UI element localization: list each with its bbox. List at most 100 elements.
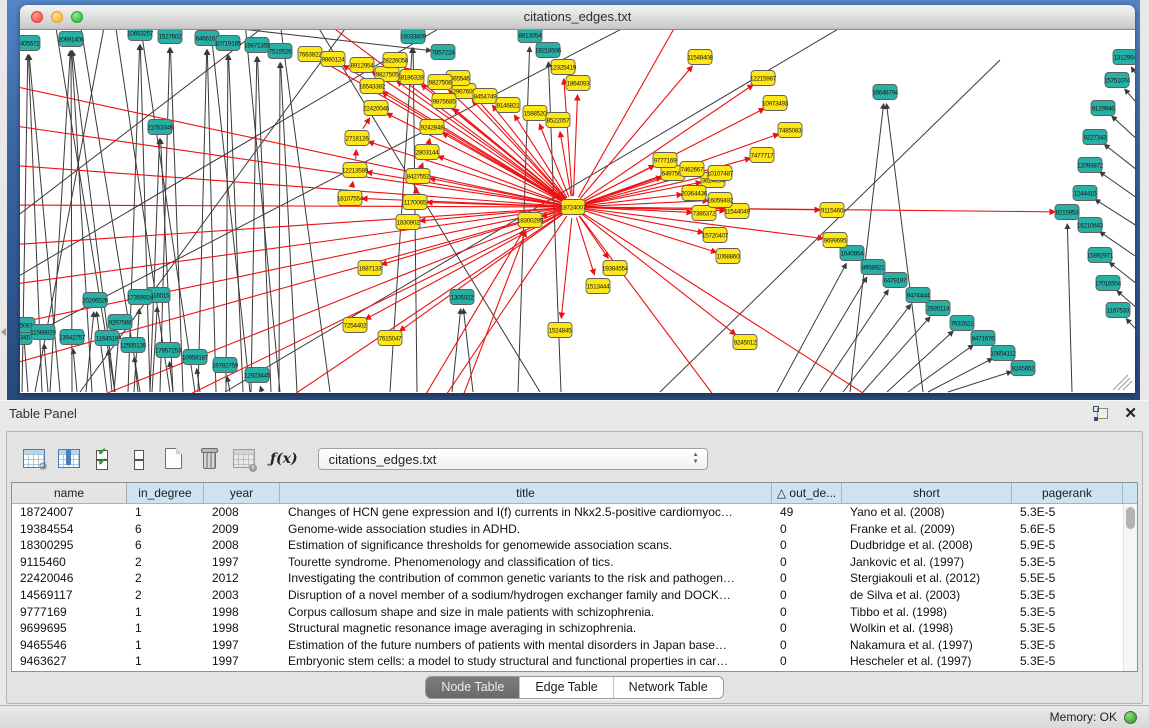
cell-in_degree[interactable]: 1 bbox=[127, 620, 204, 637]
network-node-15720407[interactable]: 15720407 bbox=[702, 228, 729, 243]
cell-in_degree[interactable]: 1 bbox=[127, 637, 204, 654]
network-node-9242848[interactable]: 9242848 bbox=[420, 120, 444, 135]
cell-out_degree[interactable]: 0 bbox=[772, 653, 842, 670]
table-row[interactable]: 1456911722003Disruption of a novel membe… bbox=[12, 587, 1123, 604]
cell-name[interactable]: 14569117 bbox=[12, 587, 127, 604]
network-node-1588520[interactable]: 1588520 bbox=[523, 106, 547, 121]
network-node-2405572[interactable]: 2405572 bbox=[20, 36, 40, 51]
network-node-1687133[interactable]: 1687133 bbox=[358, 261, 382, 276]
cell-pagerank[interactable]: 5.6E-5 bbox=[1012, 521, 1123, 538]
cell-in_degree[interactable]: 1 bbox=[127, 504, 204, 521]
network-node-1864093[interactable]: 1864093 bbox=[566, 76, 590, 91]
cell-title[interactable]: Estimation of the future numbers of pati… bbox=[280, 637, 772, 654]
cell-name[interactable]: 9777169 bbox=[12, 604, 127, 621]
cell-title[interactable]: Corpus callosum shape and size in male p… bbox=[280, 604, 772, 621]
network-node-18300295[interactable]: 18300295 bbox=[517, 213, 544, 228]
float-panel-icon[interactable] bbox=[1093, 406, 1110, 421]
column-header-name[interactable]: name bbox=[12, 483, 127, 503]
delete-column-icon[interactable] bbox=[196, 448, 222, 470]
network-node-19384554[interactable]: 19384554 bbox=[602, 261, 629, 276]
table-select-dropdown[interactable]: citations_edges.txt bbox=[318, 448, 708, 470]
cell-short[interactable]: Tibbo et al. (1998) bbox=[842, 604, 1012, 621]
cell-year[interactable]: 1998 bbox=[204, 604, 280, 621]
cell-title[interactable]: Estimation of significance thresholds fo… bbox=[280, 537, 772, 554]
network-node-1513444[interactable]: 1513444 bbox=[586, 279, 610, 294]
network-node-8813054[interactable]: 8813054 bbox=[518, 30, 542, 43]
column-display-icon[interactable] bbox=[56, 448, 82, 470]
network-node-8912954[interactable]: 8912954 bbox=[350, 58, 374, 73]
network-node-12923445[interactable]: 12923445 bbox=[244, 368, 271, 383]
network-node-18107554[interactable]: 18107554 bbox=[337, 191, 364, 206]
table-row[interactable]: 977716911998Corpus callosum shape and si… bbox=[12, 604, 1123, 621]
tab-network-table[interactable]: Network Table bbox=[613, 677, 723, 698]
network-node-9875685[interactable]: 9875685 bbox=[432, 94, 456, 109]
cell-out_degree[interactable]: 0 bbox=[772, 637, 842, 654]
network-node-10973493[interactable]: 10973493 bbox=[762, 96, 789, 111]
cell-name[interactable]: 9699695 bbox=[12, 620, 127, 637]
network-node-2718126[interactable]: 2718126 bbox=[345, 131, 369, 146]
delete-table-icon[interactable] bbox=[231, 448, 257, 470]
close-panel-icon[interactable] bbox=[1124, 406, 1137, 421]
network-node-9227343[interactable]: 9227343 bbox=[1083, 130, 1107, 145]
network-node-6479197[interactable]: 6479197 bbox=[883, 273, 907, 288]
cell-year[interactable]: 1998 bbox=[204, 620, 280, 637]
network-node-8522057[interactable]: 8522057 bbox=[546, 113, 570, 128]
cell-out_degree[interactable]: 0 bbox=[772, 587, 842, 604]
network-node-16033809[interactable]: 16033809 bbox=[400, 30, 427, 44]
network-node-20364436[interactable]: 20364436 bbox=[681, 186, 708, 201]
cell-pagerank[interactable]: 5.3E-5 bbox=[1012, 554, 1123, 571]
cell-in_degree[interactable]: 6 bbox=[127, 521, 204, 538]
network-node-7663822[interactable]: 7663822 bbox=[298, 47, 322, 62]
table-row[interactable]: 946362711997Embryonic stem cells: a mode… bbox=[12, 653, 1123, 670]
network-node-13942757[interactable]: 13942757 bbox=[59, 330, 86, 345]
tab-edge-table[interactable]: Edge Table bbox=[519, 677, 612, 698]
cell-title[interactable]: Embryonic stem cells: a model to study s… bbox=[280, 653, 772, 670]
cell-pagerank[interactable]: 5.3E-5 bbox=[1012, 620, 1123, 637]
cell-year[interactable]: 2008 bbox=[204, 537, 280, 554]
function-builder-icon[interactable]: ƒ(x) bbox=[270, 451, 298, 467]
network-node-7615047[interactable]: 7615047 bbox=[378, 331, 402, 346]
network-node-7477717[interactable]: 7477717 bbox=[750, 148, 774, 163]
cell-short[interactable]: Franke et al. (2009) bbox=[842, 521, 1012, 538]
network-node-16059492[interactable]: 16059492 bbox=[707, 193, 734, 208]
cell-in_degree[interactable]: 1 bbox=[127, 653, 204, 670]
cell-name[interactable]: 9465546 bbox=[12, 637, 127, 654]
network-node-20691406[interactable]: 20691406 bbox=[58, 32, 85, 47]
cell-in_degree[interactable]: 2 bbox=[127, 554, 204, 571]
network-node-9129946[interactable]: 9129946 bbox=[1091, 101, 1115, 116]
network-node-16543382[interactable]: 16543382 bbox=[359, 79, 386, 94]
cell-year[interactable]: 1997 bbox=[204, 637, 280, 654]
table-row[interactable]: 946554611997Estimation of the future num… bbox=[12, 637, 1123, 654]
column-header-title[interactable]: title bbox=[280, 483, 772, 503]
table-row[interactable]: 1830029562008Estimation of significance … bbox=[12, 537, 1123, 554]
network-node-7462667[interactable]: 7462667 bbox=[680, 162, 704, 177]
unselect-all-icon[interactable] bbox=[126, 448, 152, 470]
cell-out_degree[interactable]: 0 bbox=[772, 570, 842, 587]
column-header-short[interactable]: short bbox=[842, 483, 1012, 503]
tab-node-table[interactable]: Node Table bbox=[426, 677, 519, 698]
column-header-pagerank[interactable]: pagerank bbox=[1012, 483, 1123, 503]
cell-title[interactable]: Tourette syndrome. Phenomenology and cla… bbox=[280, 554, 772, 571]
network-node-10107487[interactable]: 10107487 bbox=[707, 166, 734, 181]
table-row[interactable]: 2242004622012Investigating the contribut… bbox=[12, 570, 1123, 587]
network-node-12093872[interactable]: 12093872 bbox=[1077, 158, 1104, 173]
cell-in_degree[interactable]: 2 bbox=[127, 570, 204, 587]
cell-short[interactable]: Nakamura et al. (1997) bbox=[842, 637, 1012, 654]
network-node-8958921[interactable]: 8958921 bbox=[861, 260, 885, 275]
new-column-icon[interactable] bbox=[161, 448, 187, 470]
cell-short[interactable]: de Silva et al. (2003) bbox=[842, 587, 1012, 604]
network-node-16671355[interactable]: 16671355 bbox=[244, 38, 271, 53]
network-node-9777169[interactable]: 9777169 bbox=[653, 153, 677, 168]
network-node-10653257[interactable]: 10653257 bbox=[127, 30, 154, 41]
cell-out_degree[interactable]: 49 bbox=[772, 504, 842, 521]
select-all-checks-icon[interactable] bbox=[91, 448, 117, 470]
cell-pagerank[interactable]: 5.9E-5 bbox=[1012, 537, 1123, 554]
cell-title[interactable]: Disruption of a novel member of a sodium… bbox=[280, 587, 772, 604]
network-node-1164519[interactable]: 1164519 bbox=[95, 331, 119, 346]
network-node-10719185[interactable]: 10719185 bbox=[215, 36, 242, 51]
network-node-16210643[interactable]: 16210643 bbox=[1077, 218, 1104, 233]
network-node-9245652[interactable]: 9245652 bbox=[1011, 361, 1035, 376]
cell-short[interactable]: Hescheler et al. (1997) bbox=[842, 653, 1012, 670]
network-node-20206526[interactable]: 20206526 bbox=[82, 293, 109, 308]
network-node-2803144[interactable]: 2803144 bbox=[415, 145, 439, 160]
